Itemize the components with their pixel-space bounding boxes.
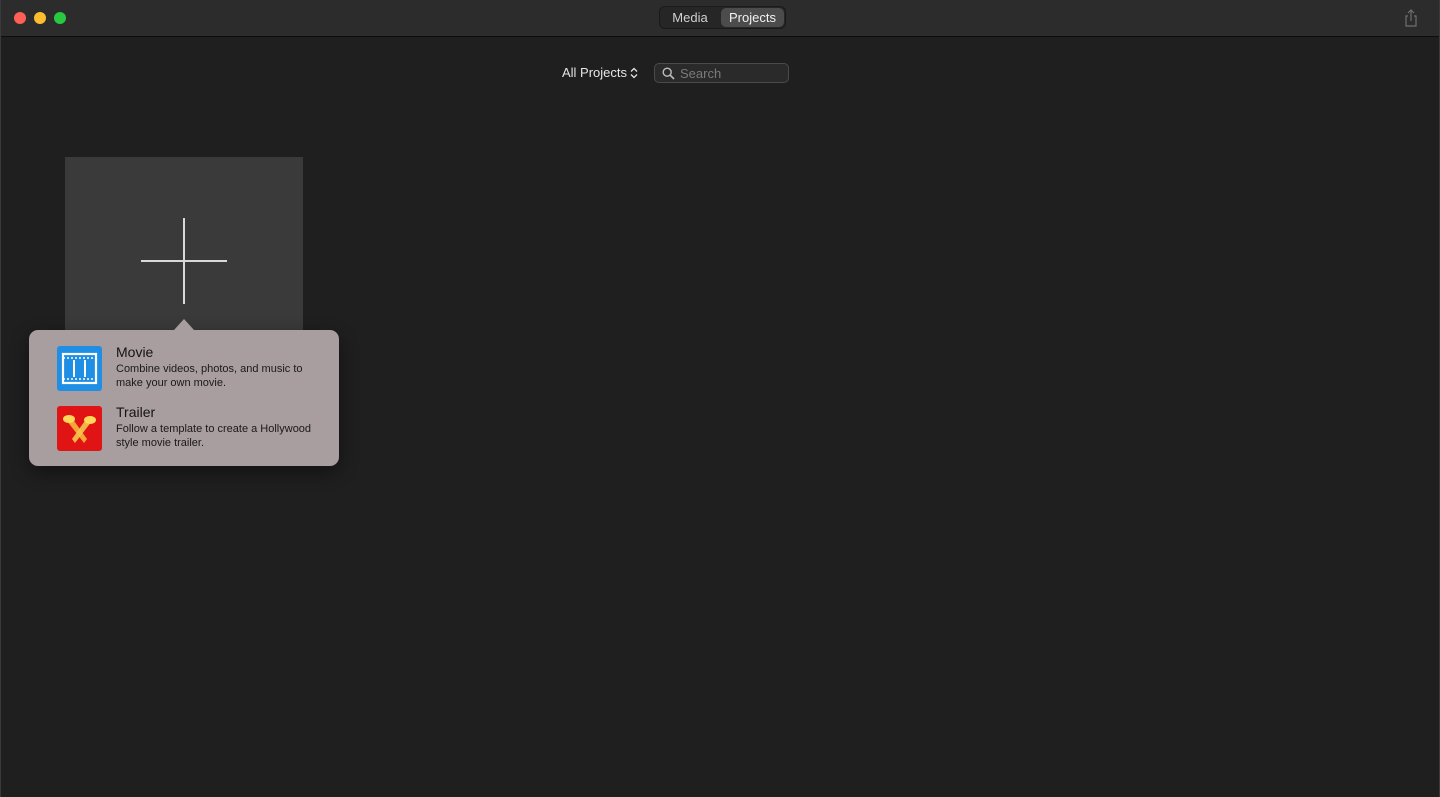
- tab-media[interactable]: Media: [660, 7, 720, 28]
- popover-arrow: [174, 319, 194, 330]
- create-new-project-tile[interactable]: [65, 157, 303, 337]
- new-trailer-option[interactable]: Trailer Follow a template to create a Ho…: [29, 404, 339, 456]
- movie-option-title: Movie: [116, 344, 154, 360]
- tab-projects[interactable]: Projects: [721, 8, 784, 27]
- imovie-window: Media Projects All Projects Search Movie…: [0, 0, 1440, 797]
- new-movie-option[interactable]: Movie Combine videos, photos, and music …: [29, 344, 339, 396]
- share-icon: [1405, 9, 1417, 27]
- minimize-window-button[interactable]: [34, 12, 46, 24]
- new-project-popover: Movie Combine videos, photos, and music …: [29, 319, 339, 466]
- close-window-button[interactable]: [14, 12, 26, 24]
- zoom-window-button[interactable]: [54, 12, 66, 24]
- title-bar: Media Projects: [1, 0, 1439, 37]
- trailer-option-title: Trailer: [116, 404, 156, 420]
- search-input[interactable]: [680, 64, 784, 82]
- projects-toolbar: All Projects: [1, 62, 1439, 84]
- share-button[interactable]: [1403, 9, 1419, 27]
- search-field[interactable]: [654, 63, 789, 83]
- film-strip-icon: [57, 346, 102, 391]
- all-projects-popup[interactable]: All Projects: [562, 63, 638, 83]
- spotlights-icon: [57, 406, 102, 451]
- media-projects-switcher: Media Projects: [659, 6, 786, 29]
- plus-icon-vertical: [183, 218, 185, 304]
- trailer-option-description: Follow a template to create a Hollywood …: [116, 423, 312, 449]
- up-down-chevron-icon: [630, 67, 638, 79]
- filter-label: All Projects: [562, 65, 628, 80]
- movie-option-description: Combine videos, photos, and music to mak…: [116, 363, 303, 389]
- search-icon: [662, 67, 675, 80]
